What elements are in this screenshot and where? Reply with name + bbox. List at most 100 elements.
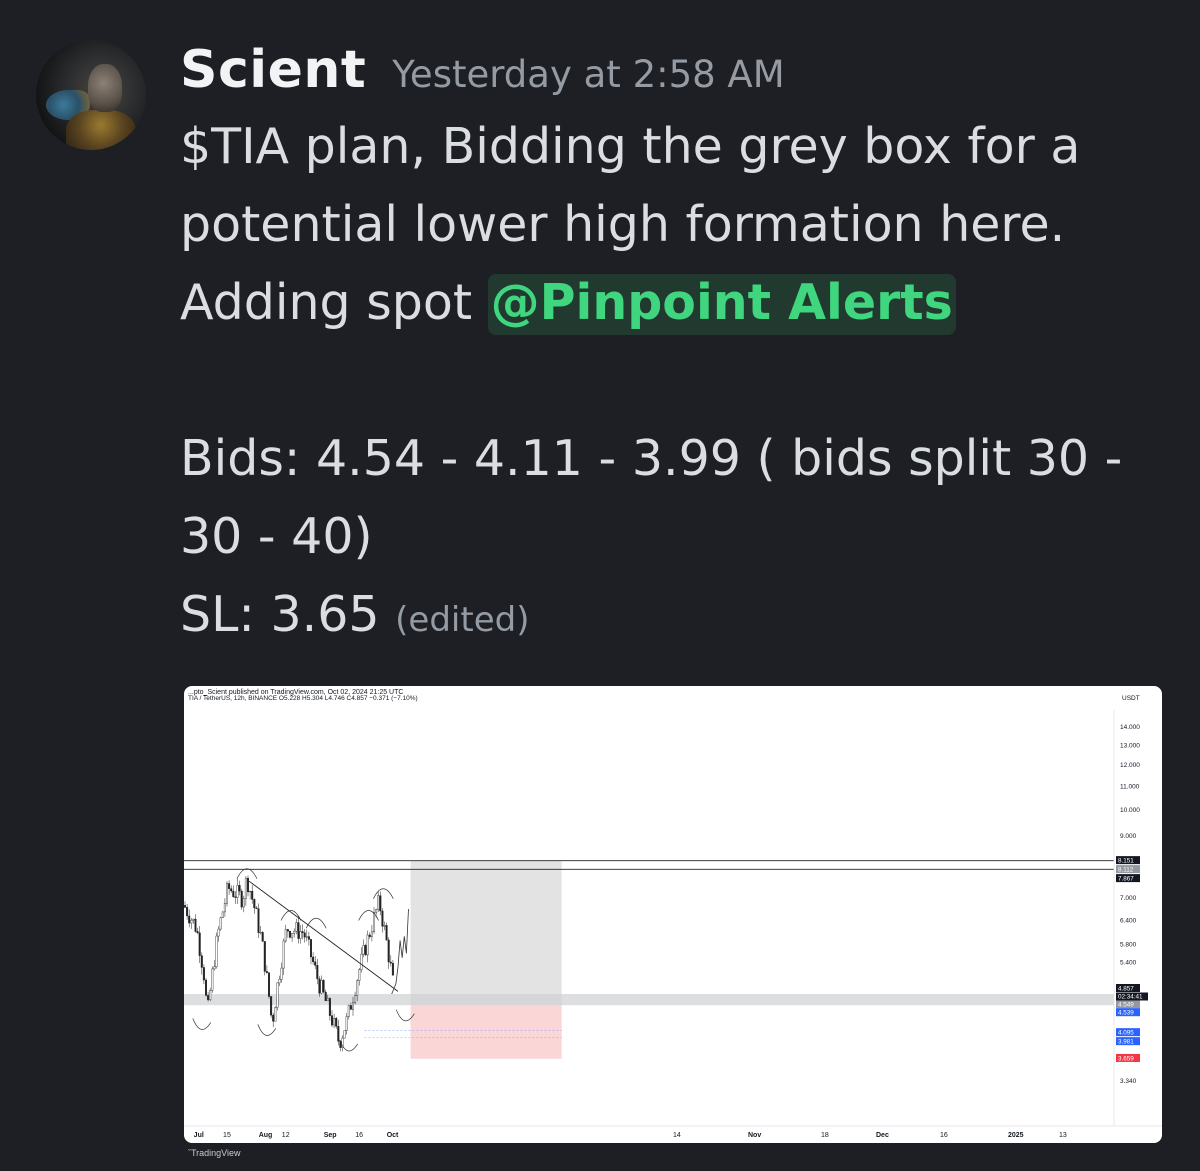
y-tick-3: 11.000 — [1120, 784, 1140, 791]
x-tick-5: 16 — [355, 1132, 363, 1139]
bid-zone-box — [184, 994, 1114, 1006]
price-tag-label: 4.095 — [1118, 1030, 1134, 1037]
candle-body — [314, 961, 317, 966]
candle-body — [234, 896, 237, 898]
candle-body — [272, 1014, 275, 1022]
price-tag-1: 8.112 — [1116, 865, 1140, 874]
candle-body — [186, 907, 189, 917]
candle-body — [370, 931, 373, 937]
y-tick-10: 3.340 — [1120, 1078, 1137, 1085]
price-tag-label: 3.659 — [1118, 1055, 1134, 1062]
candle-body — [196, 931, 199, 934]
candle-body — [372, 912, 375, 933]
price-tag-label: 8.151 — [1118, 858, 1134, 865]
candle-body — [379, 895, 382, 912]
candle-body — [351, 1002, 354, 1010]
candle-body — [312, 956, 315, 963]
candle-body — [337, 1026, 340, 1042]
candle-body — [205, 979, 208, 996]
candle-body — [375, 909, 378, 913]
candle-body — [377, 895, 380, 910]
candle-body — [217, 928, 220, 937]
author-username[interactable]: Scient — [180, 40, 366, 100]
candle-body — [188, 915, 191, 924]
price-tag-label: 4.539 — [1118, 1010, 1134, 1017]
candle-body — [303, 932, 306, 938]
candle-body — [238, 885, 241, 892]
candle-body — [333, 1018, 336, 1026]
avatar-collar-art — [66, 110, 136, 150]
message-header: Scient Yesterday at 2:58 AM — [180, 40, 785, 100]
candles-group — [184, 875, 394, 1052]
candle-body — [259, 932, 262, 934]
x-tick-1: 15 — [223, 1132, 231, 1139]
candle-body — [219, 917, 222, 930]
candle-body — [343, 1030, 346, 1039]
swing-arc-8 — [372, 888, 394, 899]
stop-loss-text: SL: 3.65 — [180, 586, 380, 643]
projection-box — [410, 860, 562, 1005]
price-tag-6: 4.095 — [1116, 1028, 1140, 1037]
message-sl-line: SL: 3.65 (edited) — [180, 586, 529, 643]
message-line-2: potential lower high formation here. — [180, 196, 1066, 253]
x-tick-0: Jul — [194, 1132, 204, 1139]
candle-body — [232, 890, 235, 897]
message-bids-line-1: Bids: 4.54 - 4.11 - 3.99 ( bids split 30… — [180, 430, 1123, 487]
chart-image-attachment[interactable]: ...pto_Scient published on TradingView.c… — [184, 686, 1162, 1143]
candle-body — [257, 908, 260, 933]
message-line-3-text: Adding spot — [180, 274, 488, 331]
candle-body — [261, 932, 264, 942]
candle-body — [192, 918, 195, 921]
candle-body — [316, 965, 319, 980]
x-tick-6: Oct — [387, 1132, 399, 1139]
x-tick-11: 16 — [940, 1132, 948, 1139]
message-bids-line-2: 30 - 40) — [180, 508, 373, 565]
avatar[interactable] — [36, 40, 146, 150]
candle-body — [324, 991, 327, 1002]
candle-body — [345, 1016, 348, 1031]
candle-body — [282, 940, 285, 969]
candle-body — [335, 1018, 338, 1027]
y-tick-7: 6.400 — [1120, 917, 1137, 924]
candle-body — [368, 934, 371, 937]
y-tick-0: 14.000 — [1120, 724, 1140, 731]
y-tick-8: 5.800 — [1120, 942, 1137, 949]
candle-body — [385, 925, 388, 941]
x-tick-8: Nov — [748, 1132, 761, 1139]
x-tick-13: 13 — [1059, 1132, 1067, 1139]
candle-body — [240, 890, 243, 908]
x-tick-12: 2025 — [1008, 1132, 1024, 1139]
message-timestamp[interactable]: Yesterday at 2:58 AM — [392, 53, 784, 96]
candle-body — [213, 966, 216, 970]
x-tick-2: Aug — [259, 1132, 273, 1139]
candle-body — [221, 911, 224, 919]
candle-body — [265, 971, 268, 973]
candle-body — [184, 905, 186, 908]
candle-body — [270, 996, 273, 1016]
candle-body — [295, 922, 298, 932]
y-tick-5: 9.000 — [1120, 833, 1137, 840]
candle-body — [297, 922, 300, 939]
candle-body — [230, 888, 233, 892]
candle-body — [366, 934, 369, 956]
y-tick-4: 10.000 — [1120, 807, 1140, 814]
candle-body — [194, 918, 197, 932]
candle-body — [326, 998, 329, 1002]
candle-body — [200, 955, 203, 968]
edited-label: (edited) — [395, 600, 530, 640]
role-mention[interactable]: @Pinpoint Alerts — [487, 274, 956, 335]
tradingview-watermark: ˇTradingView — [188, 1148, 241, 1158]
price-tag-7: 3.981 — [1116, 1037, 1140, 1046]
candle-body — [251, 891, 254, 900]
candle-body — [244, 877, 247, 899]
candle-body — [364, 945, 367, 956]
message-line-1: $TIA plan, Bidding the grey box for a — [180, 118, 1081, 175]
candle-body — [301, 931, 304, 934]
price-tag-0: 8.151 — [1116, 856, 1140, 865]
candle-body — [389, 961, 392, 964]
candle-body — [387, 939, 390, 963]
stop-loss-zone — [410, 1004, 562, 1059]
candle-body — [305, 936, 308, 938]
price-tag-label: 4.549 — [1118, 1002, 1134, 1009]
candle-body — [362, 945, 365, 955]
